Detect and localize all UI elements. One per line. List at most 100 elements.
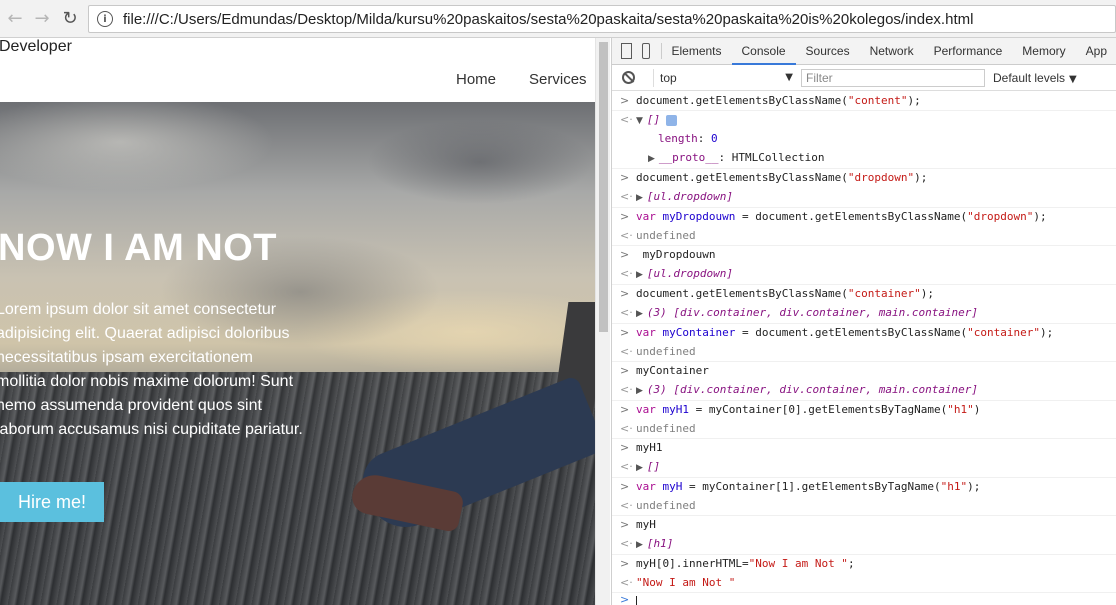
collapsed-triangle-icon[interactable]: ▶ bbox=[636, 270, 643, 280]
console-object[interactable]: [] bbox=[647, 460, 660, 473]
console-result-row[interactable]: <· ▶ [ul.dropdown] bbox=[612, 265, 1116, 285]
console-input-row: > var myH = myContainer[1].getElementsByT… bbox=[612, 478, 1116, 497]
collapsed-triangle-icon[interactable]: ▶ bbox=[636, 463, 643, 473]
console-result-row[interactable]: <· ▶ [] bbox=[612, 458, 1116, 478]
console-text: = document.getElementsByClassName( bbox=[735, 210, 968, 223]
prompt-chevron-icon: > bbox=[620, 593, 630, 605]
result-arrow-icon: <· bbox=[620, 499, 633, 512]
console-number: 0 bbox=[711, 132, 718, 145]
context-label: top bbox=[660, 70, 677, 85]
tab-console[interactable]: Console bbox=[731, 38, 796, 65]
console-text: = myContainer[1].getElementsByTagName( bbox=[682, 480, 941, 493]
console-result-row[interactable]: <· ▶ [h1] bbox=[612, 535, 1116, 555]
site-brand[interactable]: Developer bbox=[0, 38, 72, 56]
input-chevron-icon: > bbox=[620, 210, 630, 223]
console-text: : bbox=[697, 132, 711, 145]
hero-title: NOW I AM NOT bbox=[0, 227, 277, 269]
console-result-row: <· "Now I am Not " bbox=[612, 574, 1116, 593]
console-undefined: undefined bbox=[636, 229, 696, 242]
console-input-row: > document.getElementsByClassName("dropdo… bbox=[612, 169, 1116, 188]
console-result-row[interactable]: <· ▶ (3) [div.container, div.container, ma… bbox=[612, 381, 1116, 401]
console-result-row[interactable]: <· ▶ [ul.dropdown] bbox=[612, 188, 1116, 208]
log-levels-dropdown[interactable]: Default levels ▼ bbox=[993, 71, 1077, 85]
tab-memory[interactable]: Memory bbox=[1012, 38, 1075, 65]
console-string: "dropdown" bbox=[967, 210, 1034, 223]
devtools-panel: Elements Console Sources Network Perform… bbox=[611, 38, 1116, 605]
console-keyword: var bbox=[636, 403, 656, 416]
menu-item-home[interactable]: Home bbox=[456, 71, 496, 88]
inspect-element-icon[interactable] bbox=[621, 43, 633, 59]
hire-me-button[interactable]: Hire me! bbox=[0, 482, 104, 522]
device-toolbar-icon[interactable] bbox=[642, 43, 650, 59]
filter-input[interactable]: Filter bbox=[801, 68, 985, 87]
console-text: myH1 bbox=[636, 441, 663, 454]
console-output: > document.getElementsByClassName("conten… bbox=[612, 92, 1116, 605]
console-string: "h1" bbox=[940, 480, 968, 493]
address-bar[interactable]: i file:///C:/Users/Edmundas/Desktop/Mild… bbox=[88, 5, 1116, 33]
tab-network[interactable]: Network bbox=[860, 38, 924, 65]
tab-sources[interactable]: Sources bbox=[796, 38, 860, 65]
console-toolbar: top ▼ Filter Default levels ▼ bbox=[612, 65, 1116, 91]
info-badge-icon bbox=[666, 114, 678, 126]
console-variable: myH bbox=[662, 480, 683, 493]
console-text: ); bbox=[1040, 326, 1054, 339]
console-text: document.getElementsByClassName( bbox=[636, 94, 848, 107]
console-text: myContainer bbox=[636, 364, 709, 377]
expanded-triangle-icon[interactable]: ▼ bbox=[636, 116, 643, 126]
result-arrow-icon: <· bbox=[620, 113, 633, 126]
tab-application[interactable]: App bbox=[1076, 38, 1116, 65]
console-variable: myContainer bbox=[662, 326, 736, 339]
console-prompt[interactable]: > bbox=[612, 593, 1116, 605]
tab-performance[interactable]: Performance bbox=[924, 38, 1013, 65]
console-input-row: > var myDropdouwn = document.getElementsB… bbox=[612, 208, 1116, 227]
context-selector[interactable]: top ▼ bbox=[653, 68, 793, 87]
forward-arrow-icon[interactable]: → bbox=[31, 7, 53, 29]
console-object[interactable]: [] bbox=[647, 113, 660, 126]
console-string: "container" bbox=[847, 287, 921, 300]
reload-icon[interactable]: ↻ bbox=[59, 7, 81, 29]
collapsed-triangle-icon[interactable]: ▶ bbox=[636, 386, 643, 396]
console-result-row[interactable]: <· ▼ [] bbox=[612, 111, 1116, 130]
text-cursor bbox=[636, 596, 637, 605]
console-input-row: > myContainer bbox=[612, 362, 1116, 381]
console-object[interactable]: [h1] bbox=[647, 537, 674, 550]
console-input-row: > document.getElementsByClassName("contai… bbox=[612, 285, 1116, 304]
result-arrow-icon: <· bbox=[620, 383, 633, 396]
tab-elements[interactable]: Elements bbox=[661, 38, 731, 65]
collapsed-triangle-icon[interactable]: ▶ bbox=[648, 154, 655, 164]
console-property: __proto__ bbox=[658, 151, 719, 164]
console-keyword: var bbox=[636, 480, 656, 493]
console-result-row[interactable]: ▶ __proto__: HTMLCollection bbox=[612, 149, 1116, 169]
input-chevron-icon: > bbox=[620, 248, 630, 261]
input-chevron-icon: > bbox=[620, 403, 630, 416]
console-input-row: > myH bbox=[612, 516, 1116, 535]
back-arrow-icon[interactable]: ← bbox=[4, 7, 26, 29]
console-input-row: > myH1 bbox=[612, 439, 1116, 458]
console-object[interactable]: (3) [div.container, div.container, main.… bbox=[647, 383, 978, 396]
console-result-row: <· undefined bbox=[612, 497, 1116, 516]
console-text: ); bbox=[967, 480, 981, 493]
page-scrollbar-thumb[interactable] bbox=[599, 42, 608, 332]
input-chevron-icon: > bbox=[620, 287, 630, 300]
collapsed-triangle-icon[interactable]: ▶ bbox=[636, 193, 643, 203]
page-scrollbar[interactable] bbox=[595, 38, 610, 605]
collapsed-triangle-icon[interactable]: ▶ bbox=[636, 309, 643, 319]
result-arrow-icon: <· bbox=[620, 345, 633, 358]
url-text[interactable]: file:///C:/Users/Edmundas/Desktop/Milda/… bbox=[123, 11, 973, 28]
console-text: : bbox=[718, 151, 732, 164]
console-text: ); bbox=[907, 94, 921, 107]
result-arrow-icon: <· bbox=[620, 460, 633, 473]
clear-console-icon[interactable] bbox=[622, 71, 635, 84]
console-text: myH[0].innerHTML= bbox=[636, 557, 749, 570]
console-object[interactable]: (3) [div.container, div.container, main.… bbox=[647, 306, 978, 319]
collapsed-triangle-icon[interactable]: ▶ bbox=[636, 540, 643, 550]
console-text: document.getElementsByClassName( bbox=[636, 171, 848, 184]
console-object[interactable]: [ul.dropdown] bbox=[647, 190, 733, 203]
console-string: "Now I am Not " bbox=[748, 557, 848, 570]
menu-item-services[interactable]: Services bbox=[529, 71, 587, 88]
console-result-row[interactable]: <· ▶ (3) [div.container, div.container, ma… bbox=[612, 304, 1116, 324]
info-icon[interactable]: i bbox=[97, 11, 113, 27]
input-chevron-icon: > bbox=[620, 171, 630, 184]
console-object[interactable]: [ul.dropdown] bbox=[647, 267, 733, 280]
console-result-row: length: 0 bbox=[612, 130, 1116, 149]
